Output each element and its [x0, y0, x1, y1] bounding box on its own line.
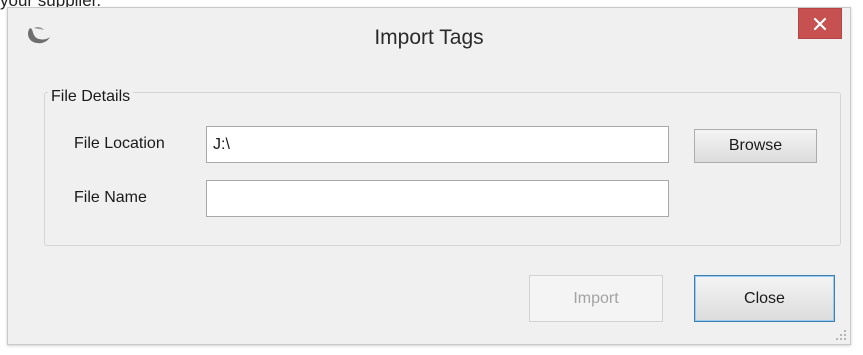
import-tags-dialog: Import Tags File Details File Location B…	[7, 7, 851, 345]
file-name-label: File Name	[74, 189, 147, 206]
close-icon	[813, 17, 827, 30]
import-button[interactable]: Import	[529, 275, 663, 322]
file-location-input[interactable]	[206, 126, 669, 163]
dialog-content: File Details File Location Browse File N…	[8, 74, 850, 344]
file-details-group	[44, 92, 841, 246]
close-button[interactable]: Close	[694, 275, 835, 322]
window-title: Import Tags	[374, 26, 484, 49]
browse-button[interactable]: Browse	[694, 129, 817, 163]
group-legend: File Details	[48, 88, 134, 106]
file-location-label: File Location	[74, 135, 165, 152]
close-window-button[interactable]	[798, 8, 842, 39]
file-name-input[interactable]	[206, 180, 669, 217]
resize-grip-icon[interactable]	[835, 329, 847, 341]
title-bar[interactable]: Import Tags	[8, 8, 850, 74]
